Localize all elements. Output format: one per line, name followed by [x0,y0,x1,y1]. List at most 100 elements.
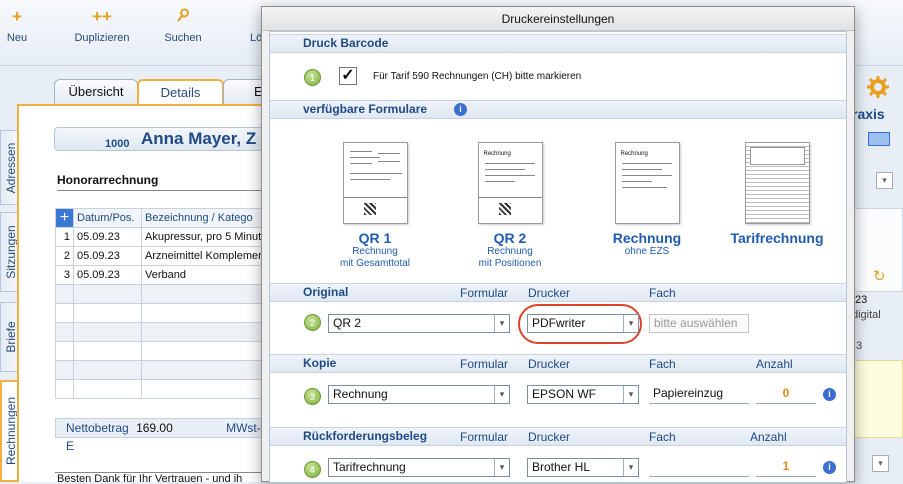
tab-details[interactable]: Details [137,79,224,105]
chevron-down-icon[interactable]: ▾ [872,455,889,472]
select-value: QR 2 [333,316,362,330]
copy-tray-field[interactable]: Papiereinzug [649,385,749,404]
right-note-box [852,360,903,438]
column-header: Datum/Pos. [73,208,142,228]
row-date: 05.09.23 [73,227,142,247]
table-row[interactable]: 3 05.09.23 Verband [55,265,288,285]
col-formular: Formular [460,286,509,300]
col-drucker: Drucker [528,430,571,444]
record-header: 1000 Anna Mayer, Z [54,127,284,151]
step-badge: 3 [304,388,321,405]
original-form-select[interactable]: QR 2 ▾ [328,314,510,333]
new-label: Neu [6,32,28,44]
refund-section-header: Rückforderungsbeleg Formular Drucker Fac… [270,427,846,446]
new-button[interactable]: + Neu [2,6,32,44]
step-badge: 4 [304,461,321,478]
table-row[interactable] [55,284,288,304]
forms-section-header: verfügbare Formulare i [270,100,846,119]
col-fach: Fach [649,357,676,371]
info-icon[interactable]: i [823,388,836,401]
forms-section-title: verfügbare Formulare [303,102,428,116]
col-formular: Formular [460,430,509,444]
view-icon[interactable] [868,132,890,146]
table-row[interactable] [55,322,288,342]
refund-count-field[interactable]: 1 [756,458,816,477]
dialog-title: Druckereinstellungen [262,7,854,31]
col-drucker: Drucker [528,286,571,300]
thumb-text: Rechnung [483,151,511,157]
original-printer-select[interactable]: PDFwriter ▾ [527,314,639,333]
copy-printer-select[interactable]: EPSON WF ▾ [527,385,639,404]
col-anzahl: Anzahl [756,357,793,371]
footer-text: Besten Dank für Ihr Vertrauen - und ih [55,472,265,484]
form-rechnung[interactable]: Rechnung Rechnung ohne EZS [587,142,707,258]
form-sub: Rechnung [487,246,533,257]
row-pos: 3 [55,265,74,285]
form-name: Rechnung [612,230,682,246]
copy-count-field[interactable]: 0 [756,385,816,404]
form-sub: mit Gesamttotal [339,258,411,269]
col-drucker: Drucker [528,357,571,371]
form-thumbnail [744,142,810,224]
copy-section-header: Kopie Formular Drucker Fach Anzahl [270,354,846,373]
add-row-button[interactable]: + [55,208,74,228]
form-qr2[interactable]: Rechnung QR 2 Rechnung mit Positionen [450,142,570,270]
form-sub: mit Positionen [478,258,542,269]
col-anzahl: Anzahl [750,430,787,444]
refresh-icon[interactable]: ↻ [873,267,886,285]
step-badge: 1 [304,69,321,86]
refund-title: Rückforderungsbeleg [303,429,428,443]
col-formular: Formular [460,357,509,371]
form-thumbnail: Rechnung [477,142,543,224]
table-row[interactable]: 2 05.09.23 Arzneimittel Komplemen [55,246,288,266]
invoice-type: Honorarrechnung [57,173,159,187]
col-fach: Fach [649,286,676,300]
right-three: 3 [856,340,863,352]
table-row[interactable] [55,303,288,323]
chevron-down-icon[interactable]: ▾ [876,172,893,189]
refund-form-select[interactable]: Tarifrechnung ▾ [328,458,510,477]
tab-overview[interactable]: Übersicht [54,79,138,105]
table-row[interactable] [55,379,288,399]
duplicate-button[interactable]: ++ Duplizieren [70,6,134,44]
side-tab-label: Briefe [3,321,18,353]
col-fach: Fach [649,430,676,444]
form-sub: Rechnung [352,246,398,257]
barcode-section-header: Druck Barcode [270,34,846,53]
row-date: 05.09.23 [73,265,142,285]
search-button[interactable]: Suchen [160,6,206,44]
chevron-down-icon: ▾ [494,459,509,476]
table-row[interactable] [55,360,288,380]
form-qr1[interactable]: QR 1 Rechnung mit Gesamttotal [315,142,435,270]
form-name: QR 2 [493,230,527,246]
select-value: PDFwriter [532,316,586,330]
row-date: 05.09.23 [73,246,142,266]
table-row[interactable]: 1 05.09.23 Akupressur, pro 5 Minut [55,227,288,247]
dialog-content: Druck Barcode 1 ✓ Für Tarif 590 Rechnung… [269,31,847,483]
side-tab-label: Rechnungen [4,396,18,466]
barcode-checkbox[interactable]: ✓ [339,67,357,85]
row-pos: 1 [55,227,74,247]
form-name: QR 1 [358,230,392,246]
refund-printer-select[interactable]: Brother HL ▾ [527,458,639,477]
refund-tray-field[interactable] [649,458,749,477]
copy-form-select[interactable]: Rechnung ▾ [328,385,510,404]
chevron-down-icon: ▾ [623,459,638,476]
invoice-table: + Datum/Pos. Bezeichnung / Katego 1 05.0… [55,208,288,399]
info-icon[interactable]: i [454,103,467,116]
step-badge: 2 [304,314,321,331]
chevron-down-icon: ▾ [623,315,638,332]
table-row[interactable] [55,341,288,361]
form-tarifrechnung[interactable]: Tarifrechnung [717,142,837,246]
form-name: Tarifrechnung [730,230,824,246]
original-tray-field[interactable]: bitte auswählen [649,314,749,333]
chevron-down-icon: ▾ [494,386,509,403]
info-icon[interactable]: i [823,461,836,474]
plus-icon: + [12,7,22,26]
totals-row: Nettobetrag 169.00 MWst-E [55,418,265,453]
search-label: Suchen [164,32,202,44]
thumb-text: Rechnung [620,151,648,157]
original-title: Original [303,285,349,299]
side-tab-label: Adressen [3,142,18,193]
gear-icon[interactable] [866,75,890,99]
